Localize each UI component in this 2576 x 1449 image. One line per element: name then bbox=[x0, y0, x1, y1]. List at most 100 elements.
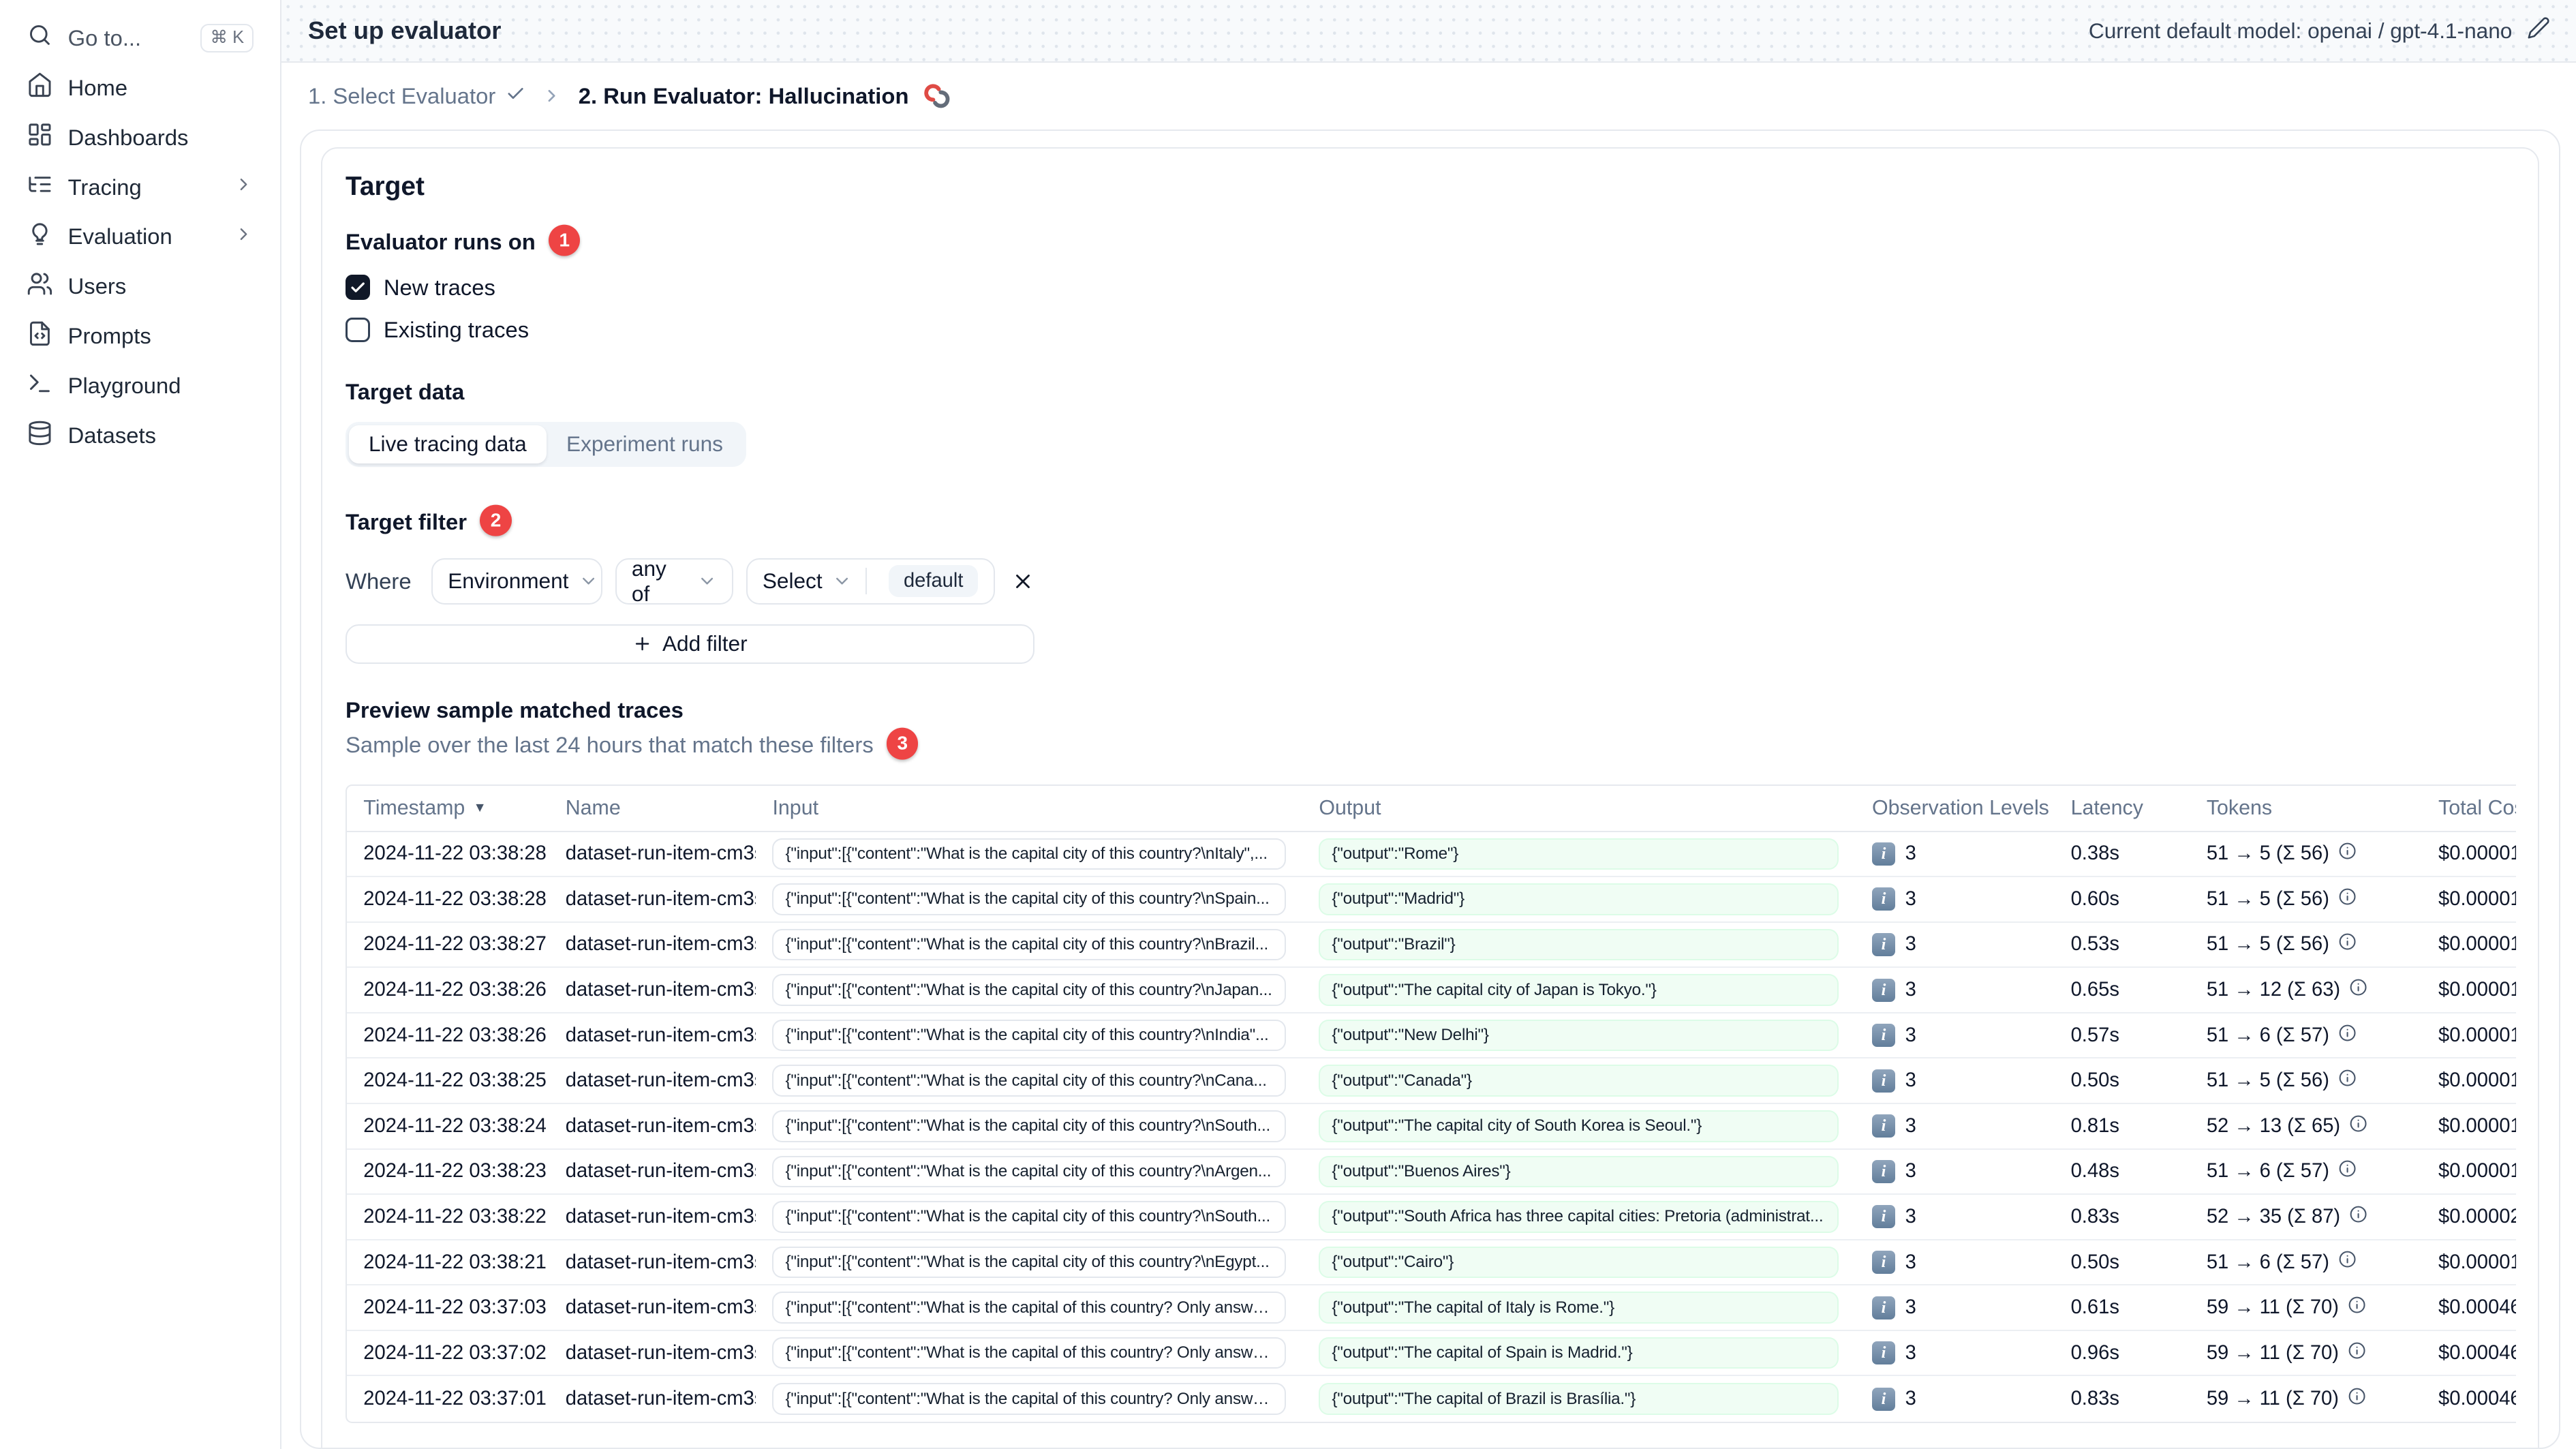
output-json-box[interactable]: {"output":"The capital city of Japan is … bbox=[1319, 974, 1839, 1006]
remove-filter-button[interactable] bbox=[1011, 570, 1034, 593]
info-circle-icon[interactable] bbox=[2337, 887, 2357, 912]
input-json-box[interactable]: {"input":[{"content":"What is the capita… bbox=[772, 1292, 1286, 1324]
table-row[interactable]: 2024-11-22 03:38:26 dataset-run-item-cm3s… bbox=[346, 968, 2517, 1013]
table-row[interactable]: 2024-11-22 03:38:28 dataset-run-item-cm3s… bbox=[346, 832, 2517, 878]
info-square-icon: i bbox=[1871, 1069, 1895, 1093]
input-json-box[interactable]: {"input":[{"content":"What is the capita… bbox=[772, 1201, 1286, 1233]
checkbox-existing-traces[interactable]: Existing traces bbox=[345, 317, 2516, 343]
input-json-box[interactable]: {"input":[{"content":"What is the capita… bbox=[772, 838, 1286, 870]
column-header-total-cost[interactable]: Total Cost bbox=[2422, 797, 2516, 820]
name-value: dataset-run-item-cm3s4 bbox=[565, 1205, 756, 1227]
checkbox-checked-icon[interactable] bbox=[345, 275, 371, 300]
sidebar-item-datasets[interactable]: Datasets bbox=[16, 411, 264, 461]
sidebar-item-users[interactable]: Users bbox=[16, 262, 264, 311]
output-json-box[interactable]: {"output":"Cairo"} bbox=[1319, 1246, 1839, 1279]
output-json-box[interactable]: {"output":"New Delhi"} bbox=[1319, 1019, 1839, 1052]
info-circle-icon[interactable] bbox=[2347, 1295, 2367, 1320]
breadcrumb-step-2[interactable]: 2. Run Evaluator: Hallucination bbox=[579, 81, 952, 111]
column-header-input[interactable]: Input bbox=[756, 797, 1302, 820]
table-row[interactable]: 2024-11-22 03:38:28 dataset-run-item-cm3s… bbox=[346, 877, 2517, 923]
add-filter-button[interactable]: Add filter bbox=[345, 624, 1034, 665]
input-json-box[interactable]: {"input":[{"content":"What is the capita… bbox=[772, 1337, 1286, 1369]
sidebar-item-evaluation[interactable]: Evaluation bbox=[16, 212, 264, 262]
info-circle-icon[interactable] bbox=[2337, 1023, 2357, 1048]
cell-tokens: 51 → 6 (Σ 57) bbox=[2190, 1023, 2422, 1048]
output-json-box[interactable]: {"output":"Canada"} bbox=[1319, 1065, 1839, 1097]
info-circle-icon[interactable] bbox=[2337, 932, 2357, 957]
cell-latency: 0.53s bbox=[2054, 933, 2190, 956]
timestamp-value: 2024-11-22 03:38:25 bbox=[363, 1069, 547, 1092]
input-json-box[interactable]: {"input":[{"content":"What is the capita… bbox=[772, 928, 1286, 961]
info-circle-icon[interactable] bbox=[2347, 1341, 2367, 1366]
info-circle-icon[interactable] bbox=[2348, 977, 2368, 1003]
column-header-timestamp[interactable]: Timestamp ▼ bbox=[347, 797, 549, 820]
table-row[interactable]: 2024-11-22 03:38:24 dataset-run-item-cm3s… bbox=[346, 1104, 2517, 1150]
filter-value-chip: default bbox=[889, 564, 979, 598]
table-row[interactable]: 2024-11-22 03:38:27 dataset-run-item-cm3s… bbox=[346, 923, 2517, 968]
table-row[interactable]: 2024-11-22 03:37:03 dataset-run-item-cm3s… bbox=[346, 1285, 2517, 1331]
breadcrumb-step-1[interactable]: 1. Select Evaluator bbox=[308, 83, 525, 109]
input-json-box[interactable]: {"input":[{"content":"What is the capita… bbox=[772, 883, 1286, 915]
goto-search[interactable]: Go to... ⌘ K bbox=[16, 13, 264, 63]
filter-column-dropdown[interactable]: Environment bbox=[431, 558, 602, 605]
tokens-value: 51 → 12 (Σ 63) bbox=[2206, 979, 2341, 1001]
table-row[interactable]: 2024-11-22 03:38:25 dataset-run-item-cm3s… bbox=[346, 1058, 2517, 1105]
edit-model-icon[interactable] bbox=[2527, 16, 2550, 45]
table-row[interactable]: 2024-11-22 03:38:22 dataset-run-item-cm3s… bbox=[346, 1195, 2517, 1240]
output-json-box[interactable]: {"output":"South Africa has three capita… bbox=[1319, 1201, 1839, 1233]
cell-timestamp: 2024-11-22 03:37:01 bbox=[347, 1388, 549, 1410]
column-header-name[interactable]: Name bbox=[549, 797, 756, 820]
input-json-box[interactable]: {"input":[{"content":"What is the capita… bbox=[772, 1246, 1286, 1279]
filter-operator-dropdown[interactable]: any of bbox=[615, 556, 733, 606]
info-circle-icon[interactable] bbox=[2337, 1159, 2357, 1184]
info-square-icon: i bbox=[1871, 1341, 1895, 1365]
sidebar-item-dashboards[interactable]: Dashboards bbox=[16, 112, 264, 162]
tab-live-tracing-data[interactable]: Live tracing data bbox=[348, 425, 547, 464]
sidebar-item-playground[interactable]: Playground bbox=[16, 361, 264, 411]
tab-experiment-runs[interactable]: Experiment runs bbox=[547, 425, 743, 463]
table-row[interactable]: 2024-11-22 03:37:01 dataset-run-item-cm3s… bbox=[347, 1376, 2516, 1422]
sidebar-item-prompts[interactable]: Prompts bbox=[16, 311, 264, 361]
column-header-output[interactable]: Output bbox=[1302, 797, 1856, 820]
info-circle-icon[interactable] bbox=[2337, 1249, 2357, 1275]
output-json-box[interactable]: {"output":"Rome"} bbox=[1319, 838, 1839, 870]
output-json-box[interactable]: {"output":"The capital of Spain is Madri… bbox=[1319, 1337, 1839, 1369]
filter-value-dropdown[interactable]: Select default bbox=[746, 558, 995, 605]
info-circle-icon[interactable] bbox=[2348, 1204, 2368, 1230]
input-json-box[interactable]: {"input":[{"content":"What is the capita… bbox=[772, 1019, 1286, 1052]
table-row[interactable]: 2024-11-22 03:38:23 dataset-run-item-cm3s… bbox=[346, 1150, 2517, 1195]
table-row[interactable]: 2024-11-22 03:38:26 dataset-run-item-cm3s… bbox=[346, 1013, 2517, 1059]
input-json-box[interactable]: {"input":[{"content":"What is the capita… bbox=[772, 1110, 1286, 1142]
output-json-box[interactable]: {"output":"The capital of Italy is Rome.… bbox=[1319, 1292, 1839, 1324]
cell-latency: 0.65s bbox=[2054, 979, 2190, 1001]
cell-total-cost: $0.000011 ( bbox=[2422, 933, 2516, 956]
input-json-box[interactable]: {"input":[{"content":"What is the capita… bbox=[772, 974, 1286, 1006]
checkbox-unchecked-icon[interactable] bbox=[345, 317, 371, 343]
info-circle-icon[interactable] bbox=[2348, 1114, 2368, 1139]
column-header-latency[interactable]: Latency bbox=[2054, 797, 2190, 820]
table-row[interactable]: 2024-11-22 03:38:21 dataset-run-item-cm3s… bbox=[346, 1240, 2517, 1286]
table-row[interactable]: 2024-11-22 03:37:02 dataset-run-item-cm3s… bbox=[346, 1331, 2517, 1377]
cell-total-cost: $0.00046 ( bbox=[2422, 1342, 2516, 1364]
column-header-tokens[interactable]: Tokens bbox=[2190, 797, 2422, 820]
output-json-box[interactable]: {"output":"Brazil"} bbox=[1319, 928, 1839, 961]
output-json-box[interactable]: {"output":"Buenos Aires"} bbox=[1319, 1155, 1839, 1188]
output-json-box[interactable]: {"output":"The capital city of South Kor… bbox=[1319, 1110, 1839, 1142]
output-json-box[interactable]: {"output":"The capital of Brazil is Bras… bbox=[1319, 1383, 1839, 1416]
sidebar-item-home[interactable]: Home bbox=[16, 63, 264, 112]
info-circle-icon[interactable] bbox=[2337, 1068, 2357, 1093]
output-json-box[interactable]: {"output":"Madrid"} bbox=[1319, 883, 1839, 915]
input-json-box[interactable]: {"input":[{"content":"What is the capita… bbox=[772, 1065, 1286, 1097]
observation-levels-value: 3 bbox=[1905, 1341, 1916, 1364]
input-json-box[interactable]: {"input":[{"content":"What is the capita… bbox=[772, 1383, 1286, 1416]
checkbox-new-traces[interactable]: New traces bbox=[345, 275, 2516, 301]
name-value: dataset-run-item-cm3s4 bbox=[565, 1296, 756, 1319]
divider bbox=[865, 568, 868, 594]
info-circle-icon[interactable] bbox=[2337, 841, 2357, 866]
info-circle-icon[interactable] bbox=[2347, 1386, 2367, 1412]
sidebar-item-tracing[interactable]: Tracing bbox=[16, 162, 264, 212]
input-json-box[interactable]: {"input":[{"content":"What is the capita… bbox=[772, 1155, 1286, 1188]
column-header-observation-levels[interactable]: Observation Levels bbox=[1856, 797, 2055, 820]
latency-value: 0.57s bbox=[2070, 1024, 2119, 1046]
dashboards-icon bbox=[27, 121, 53, 153]
